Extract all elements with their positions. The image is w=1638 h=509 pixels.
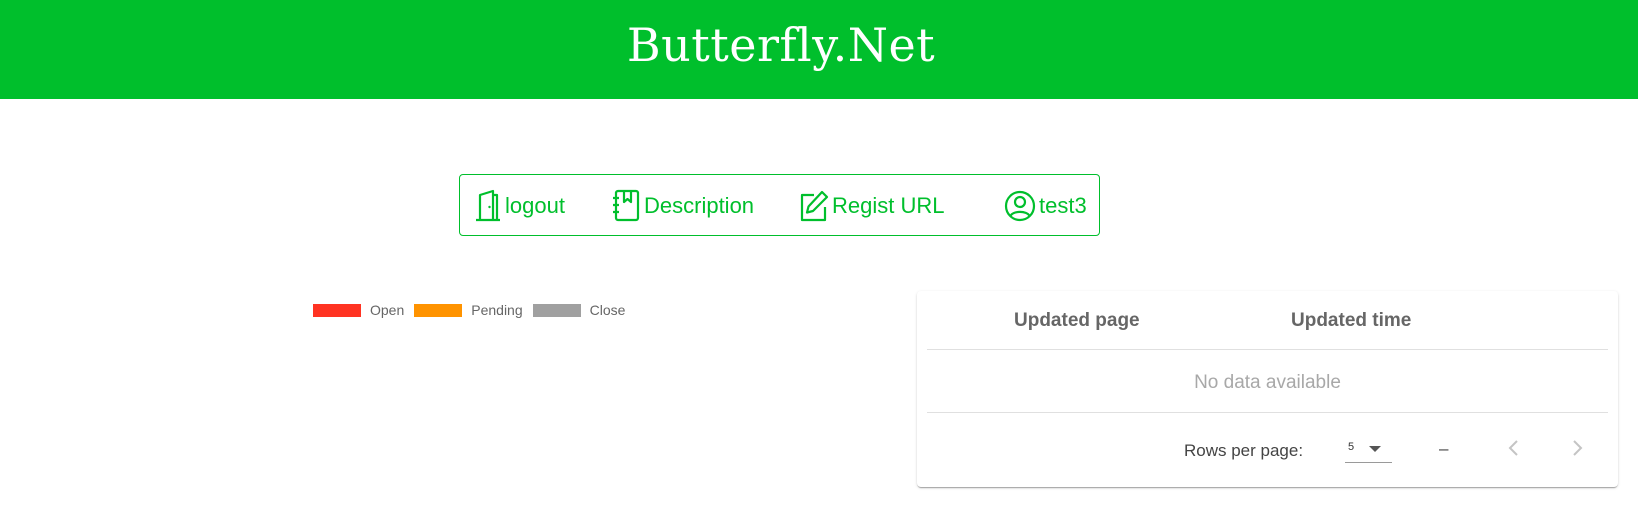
user-account-button[interactable]: test3 bbox=[1004, 189, 1087, 223]
door-icon bbox=[474, 189, 505, 223]
page-range-text: – bbox=[1439, 439, 1449, 458]
rows-per-page-select[interactable]: 5 bbox=[1345, 434, 1392, 463]
footer-divider bbox=[927, 412, 1608, 413]
book-icon bbox=[611, 189, 644, 223]
app-header: Butterfly.Net bbox=[0, 0, 1638, 99]
legend-swatch-open bbox=[313, 303, 361, 317]
regist-url-label: Regist URL bbox=[832, 193, 945, 218]
description-label: Description bbox=[644, 193, 755, 218]
updates-table: Updated page Updated time No data availa… bbox=[917, 291, 1618, 487]
logout-button[interactable]: logout bbox=[474, 189, 565, 223]
rows-per-page-label: Rows per page: bbox=[1184, 441, 1304, 460]
prev-page-button[interactable] bbox=[1502, 436, 1526, 460]
column-header-updated-time[interactable]: Updated time bbox=[1291, 310, 1411, 332]
legend-item-pending[interactable]: Pending bbox=[414, 302, 523, 318]
legend-label-pending: Pending bbox=[471, 302, 523, 318]
nav-bar: logout Description Regist URL test3 bbox=[459, 174, 1100, 236]
next-page-button[interactable] bbox=[1565, 436, 1589, 460]
edit-icon bbox=[799, 189, 832, 223]
chevron-left-icon bbox=[1508, 440, 1518, 456]
caret-down-icon bbox=[1369, 446, 1381, 452]
rows-per-page-value: 5 bbox=[1348, 441, 1355, 453]
legend-item-close[interactable]: Close bbox=[532, 302, 626, 318]
description-button[interactable]: Description bbox=[611, 189, 754, 223]
column-header-updated-page[interactable]: Updated page bbox=[1014, 310, 1140, 332]
empty-state-text: No data available bbox=[1194, 372, 1341, 393]
regist-url-button[interactable]: Regist URL bbox=[799, 189, 944, 223]
legend-swatch-close bbox=[532, 303, 581, 317]
status-legend: Open Pending Close bbox=[313, 301, 635, 319]
legend-item-open[interactable]: Open bbox=[313, 302, 404, 318]
legend-label-open: Open bbox=[370, 302, 405, 318]
legend-swatch-pending bbox=[414, 303, 463, 317]
header-divider bbox=[927, 349, 1608, 350]
site-title: Butterfly.Net bbox=[626, 18, 936, 72]
chevron-right-icon bbox=[1573, 440, 1583, 456]
legend-label-close: Close bbox=[589, 302, 626, 318]
username-label: test3 bbox=[1039, 193, 1087, 218]
logout-label: logout bbox=[505, 193, 565, 218]
user-circle-icon bbox=[1004, 189, 1039, 223]
